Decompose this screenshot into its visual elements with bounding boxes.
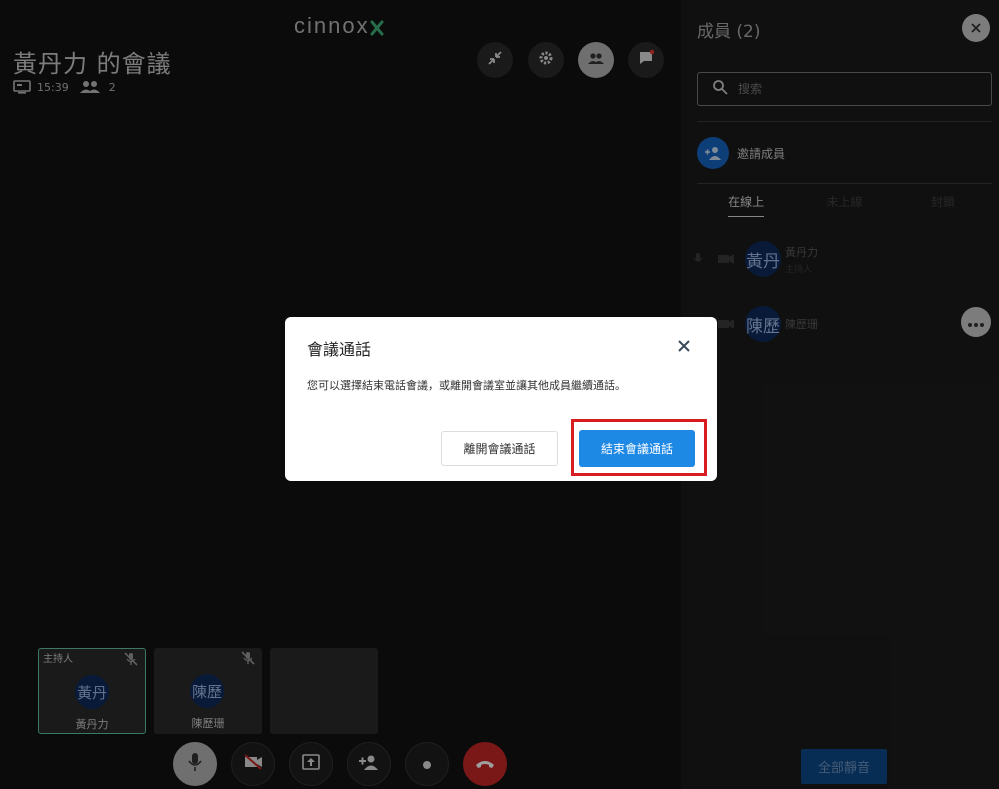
end-call-dialog: 會議通話 您可以選擇結束電話會議，或離開會議室並讓其他成員繼續通話。 離開會議通… [285,317,717,481]
leave-call-button[interactable]: 離開會議通話 [441,431,558,466]
meeting-window: cinnox 黃丹力 的會議 15:39 2 主持人 黃丹 黃丹力 陳歷 陳歷珊… [0,0,999,789]
close-icon [677,338,691,357]
end-call-button[interactable]: 結束會議通話 [579,430,695,467]
dialog-close-button[interactable] [674,337,694,357]
dialog-message: 您可以選擇結束電話會議，或離開會議室並讓其他成員繼續通話。 [307,379,626,392]
dialog-title: 會議通話 [307,340,372,359]
